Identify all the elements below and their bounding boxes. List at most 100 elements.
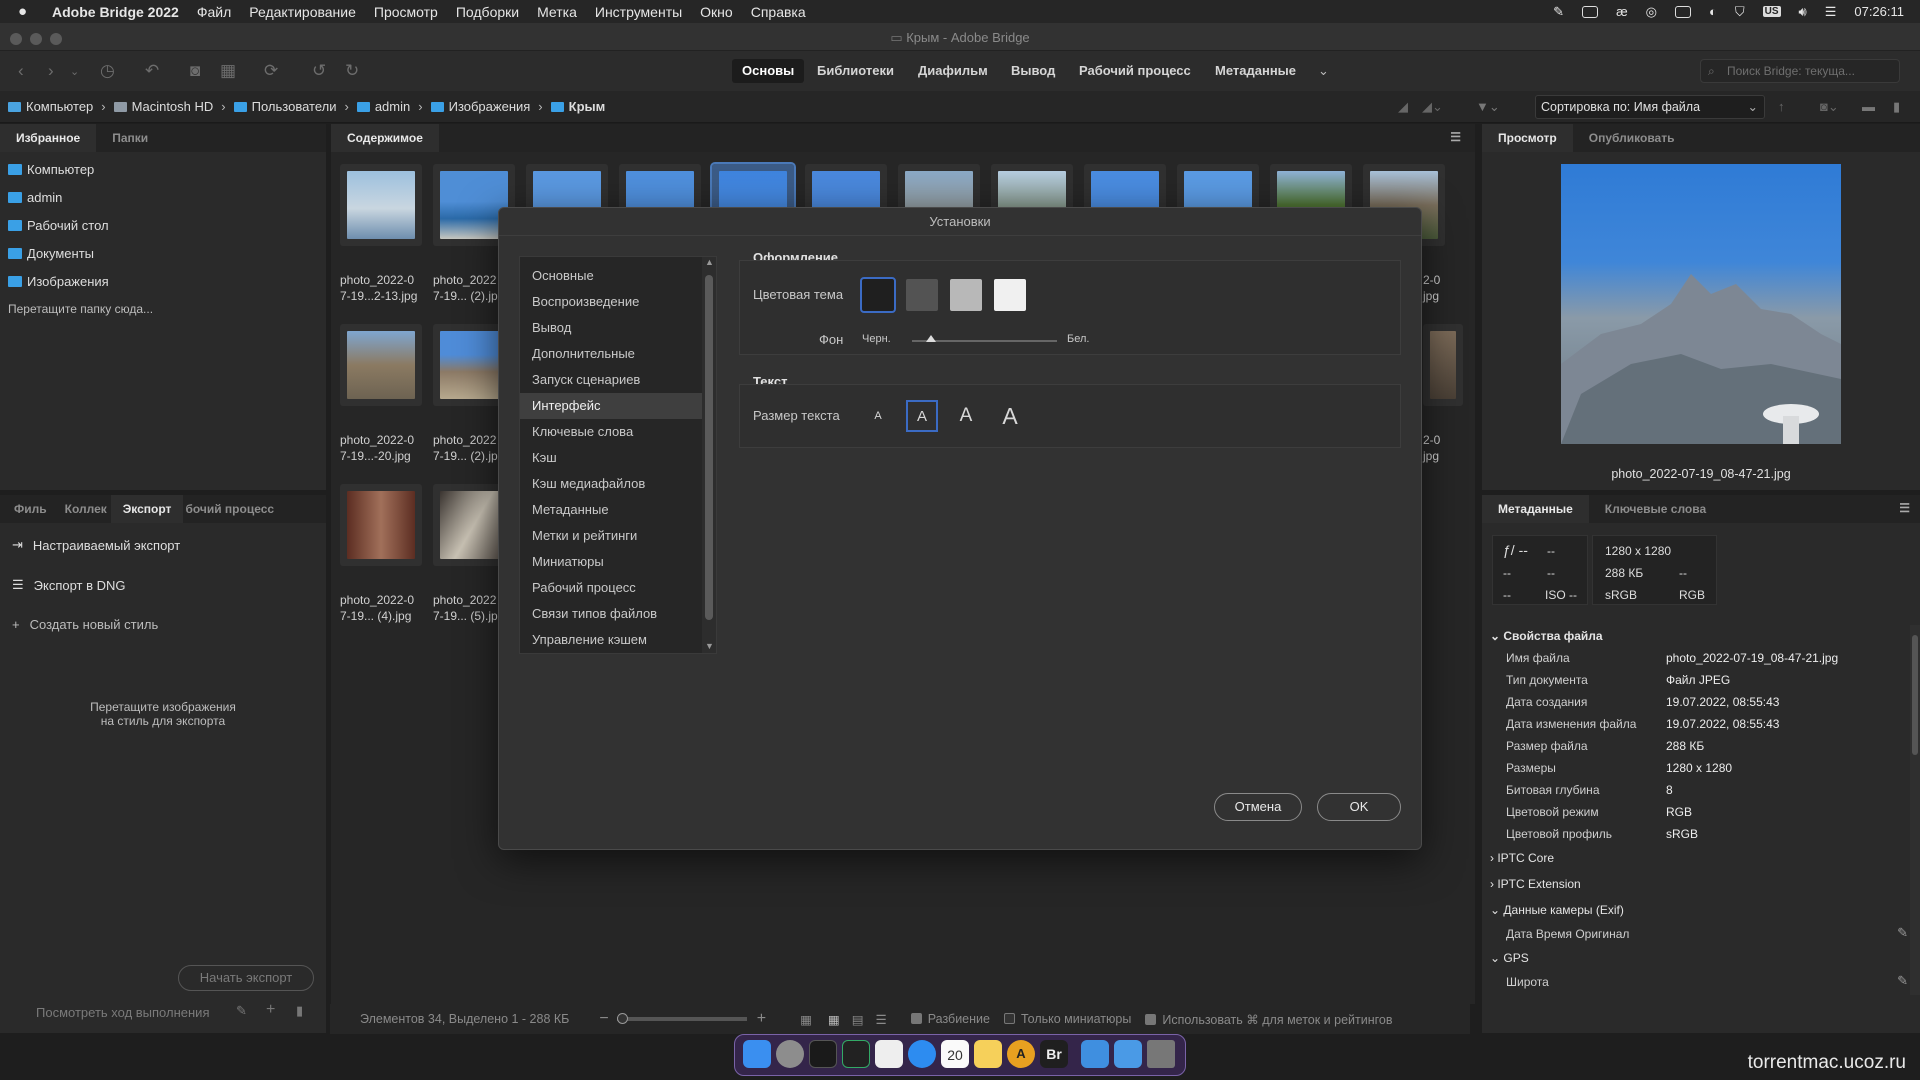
category-cache-management[interactable]: Управление кэшем (520, 627, 704, 653)
new-folder-icon[interactable]: ▬ (1862, 99, 1875, 114)
sort-direction-icon[interactable]: ↑ (1778, 99, 1785, 114)
scrollbar-thumb[interactable] (1912, 635, 1918, 755)
zoom-in-icon[interactable]: + (757, 1010, 766, 1028)
thumbnail[interactable] (340, 484, 422, 566)
crumb-crimea[interactable]: Крым (550, 99, 605, 114)
trash-icon[interactable]: ▮ (1893, 99, 1900, 115)
textedit-icon[interactable] (875, 1040, 903, 1068)
chevron-down-icon[interactable]: ⌄ (70, 65, 79, 78)
thumbnail-size-slider[interactable] (616, 1013, 747, 1024)
category-keywords[interactable]: Ключевые слова (520, 419, 704, 445)
sort-select[interactable]: Сортировка по: Имя файла ⌄ (1535, 95, 1765, 119)
workspace-essentials[interactable]: Основы (732, 59, 805, 83)
tab-collections[interactable]: Коллек (61, 495, 111, 523)
edit-icon[interactable]: ✎ (236, 1003, 247, 1019)
background-slider[interactable] (912, 335, 1057, 342)
terminal-icon[interactable] (809, 1040, 837, 1068)
pin-icon[interactable]: ✎ (1553, 4, 1564, 20)
thumbs-only-checkbox[interactable]: Только миниатюры (1003, 1012, 1131, 1026)
category-advanced[interactable]: Дополнительные (520, 341, 704, 367)
recent-icon[interactable]: ◷ (100, 61, 115, 81)
fav-computer[interactable]: Компьютер (8, 162, 94, 177)
tab-preview[interactable]: Просмотр (1482, 124, 1573, 152)
menu-view[interactable]: Просмотр (374, 4, 438, 20)
category-general[interactable]: Основные (520, 263, 704, 289)
safari-icon[interactable] (908, 1040, 936, 1068)
scrollbar-thumb[interactable] (705, 275, 713, 620)
fav-admin[interactable]: admin (8, 190, 62, 205)
applications-folder-icon[interactable] (1114, 1040, 1142, 1068)
open-recent-icon[interactable]: ⟳ (264, 61, 278, 81)
crumb-images[interactable]: Изображения › (430, 99, 543, 114)
category-media-cache[interactable]: Кэш медиафайлов (520, 471, 704, 497)
pencil-icon[interactable]: ✎ (1897, 925, 1908, 941)
downloads-folder-icon[interactable] (1081, 1040, 1109, 1068)
crumb-computer[interactable]: Компьютер › (8, 99, 106, 114)
category-cache[interactable]: Кэш (520, 445, 704, 471)
split-checkbox[interactable]: Разбиение (910, 1012, 990, 1026)
theme-lightest-swatch[interactable] (994, 279, 1026, 311)
theme-darkest-swatch[interactable] (860, 277, 896, 313)
boomerang-icon[interactable]: ↶ (145, 61, 159, 81)
workspace-workflow[interactable]: Рабочий процесс (1069, 59, 1201, 83)
category-scrollbar[interactable]: ▲ ▼ (702, 257, 716, 653)
crumb-hd[interactable]: Macintosh HD › (113, 99, 226, 114)
clock[interactable]: 07:26:11 (1854, 4, 1904, 19)
menu-window[interactable]: Окно (700, 4, 733, 20)
crumb-users[interactable]: Пользователи › (233, 99, 349, 114)
panel-menu-icon[interactable]: ☰ (1899, 501, 1910, 515)
thumbnail-view-icon[interactable]: ▦ (828, 1012, 840, 1027)
category-startup-scripts[interactable]: Запуск сценариев (520, 367, 704, 393)
tab-export[interactable]: Экспорт (110, 495, 184, 523)
category-metadata[interactable]: Метаданные (520, 497, 704, 523)
preview-image[interactable] (1561, 164, 1841, 444)
menu-file[interactable]: Файл (197, 4, 231, 20)
camera-icon[interactable]: ◙ (190, 61, 200, 81)
details-view-icon[interactable]: ▤ (852, 1012, 864, 1027)
refine-icon[interactable]: ▦ (220, 61, 236, 81)
section-iptc-core[interactable]: › IPTC Core (1490, 851, 1554, 865)
apple-icon[interactable]: ● (18, 3, 38, 20)
close-window-button[interactable] (10, 33, 22, 45)
open-with-icon[interactable]: ◙⌄ (1820, 99, 1839, 115)
search-input[interactable]: ⌕ Поиск Bridge: текуща... (1700, 59, 1900, 83)
fav-images[interactable]: Изображения (8, 274, 109, 289)
thumbnail[interactable] (340, 164, 422, 246)
bridge-icon[interactable]: Br (1040, 1040, 1068, 1068)
view-progress-link[interactable]: Посмотреть ход выполнения (36, 1005, 209, 1020)
use-cmd-checkbox[interactable]: Использовать ⌘ для меток и рейтингов (1145, 1012, 1393, 1027)
crumb-admin[interactable]: admin › (356, 99, 423, 114)
text-size-small-button[interactable]: A (862, 400, 894, 432)
activity-monitor-icon[interactable] (842, 1040, 870, 1068)
workspace-libraries[interactable]: Библиотеки (807, 59, 904, 83)
category-thumbnails[interactable]: Миниатюры (520, 549, 704, 575)
menu-tools[interactable]: Инструменты (595, 4, 682, 20)
theme-light-swatch[interactable] (950, 279, 982, 311)
grid-lock-icon[interactable]: ▦ (800, 1012, 812, 1027)
category-interface[interactable]: Интерфейс (520, 393, 704, 419)
filter-icon[interactable]: ▼⌄ (1476, 99, 1500, 115)
notes-icon[interactable] (974, 1040, 1002, 1068)
new-style-item[interactable]: + Создать новый стиль (12, 617, 158, 632)
menu-edit[interactable]: Редактирование (249, 4, 356, 20)
slider-knob[interactable] (926, 335, 936, 342)
minimize-window-button[interactable] (30, 33, 42, 45)
checkbox[interactable] (1145, 1013, 1157, 1025)
workspace-output[interactable]: Вывод (1001, 59, 1065, 83)
thumbnail[interactable] (1423, 324, 1463, 406)
tab-filter[interactable]: Филь (0, 495, 61, 523)
text-size-xlarge-button[interactable]: A (994, 400, 1026, 432)
slider-knob[interactable] (616, 1013, 628, 1024)
section-gps[interactable]: ⌄ GPS (1490, 951, 1529, 965)
workspace-filmstrip[interactable]: Диафильм (908, 59, 998, 83)
shield-status-icon[interactable]: ◎ (1646, 4, 1657, 20)
calendar-icon[interactable]: 20 (941, 1040, 969, 1068)
security-icon[interactable]: ⛉ (1735, 4, 1745, 20)
battery-status-icon[interactable] (1582, 5, 1599, 18)
rotate-right-icon[interactable]: ↻ (345, 61, 359, 81)
rating-filter-icon[interactable]: ◢ (1398, 99, 1408, 115)
translate-icon[interactable]: æ (1616, 4, 1628, 19)
thumbnail[interactable] (340, 324, 422, 406)
rotate-left-icon[interactable]: ↺ (312, 61, 326, 81)
forward-icon[interactable]: › (48, 61, 54, 81)
